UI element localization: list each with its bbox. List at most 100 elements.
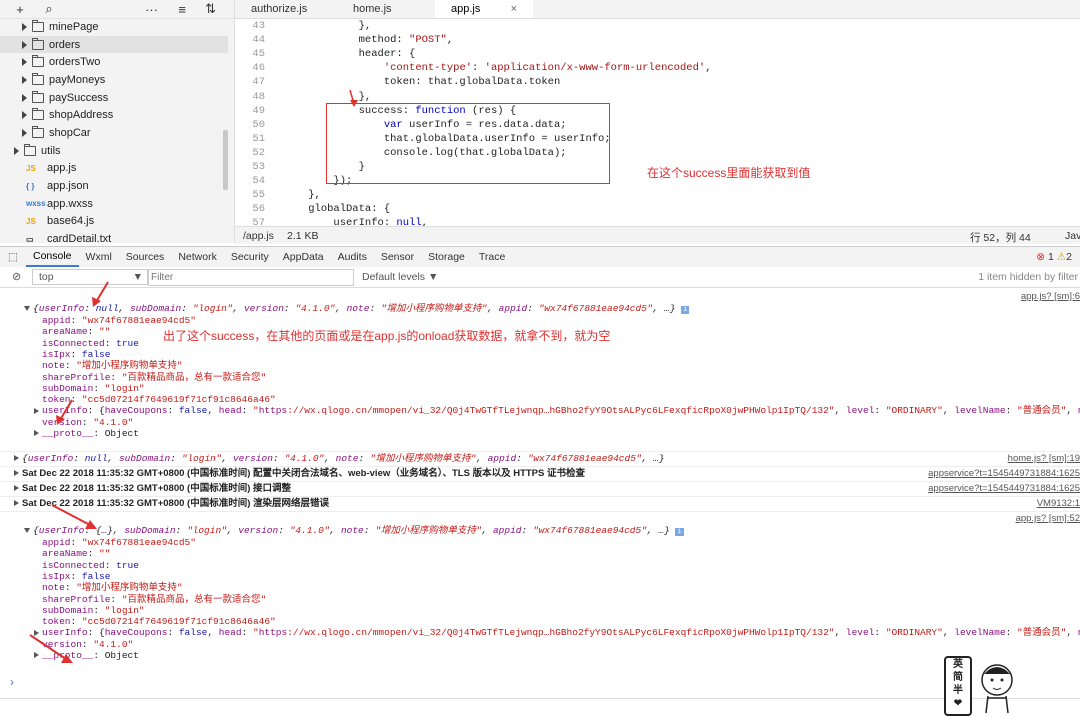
status-size: 2.1 KB	[287, 230, 319, 242]
file-tree-item[interactable]: utils	[0, 142, 228, 160]
object-property[interactable]: version: "4.1.0"	[0, 417, 1080, 429]
object-property[interactable]: __proto__: Object	[0, 650, 1080, 662]
source-link[interactable]: app.js? [sm]:6	[1021, 291, 1080, 303]
file-tree-item[interactable]: { } app.json	[0, 177, 228, 195]
caret-right-icon[interactable]	[34, 430, 39, 437]
source-link[interactable]: appservice?t=1545449731884:1625	[928, 468, 1080, 480]
tab-app-js[interactable]: app.js ×	[435, 0, 533, 18]
code-line: 'content-type': 'application/x-www-form-…	[383, 62, 712, 75]
caret-down-icon[interactable]	[24, 527, 30, 533]
console-prompt-bar[interactable]: ›	[0, 675, 1080, 717]
explorer-scrollbar[interactable]	[223, 130, 228, 190]
console-object[interactable]: {userInfo: null, subDomain: "login", ver…	[0, 453, 1080, 465]
object-property[interactable]: appid: "wx74f67881eae94cd5"	[0, 315, 1080, 327]
js-file-icon: JS	[26, 163, 36, 173]
console-object[interactable]: {userInfo: {…}, subDomain: "login", vers…	[0, 525, 1080, 537]
object-property[interactable]: areaName: ""	[0, 548, 1080, 560]
close-icon[interactable]: ×	[511, 0, 517, 18]
object-property[interactable]: appid: "wx74f67881eae94cd5"	[0, 537, 1080, 549]
file-tree-label: orders	[49, 38, 81, 51]
chevron-right-icon	[22, 58, 27, 67]
caret-right-icon[interactable]	[14, 485, 19, 492]
file-tree-label: app.wxss	[47, 197, 93, 210]
tab-home-js[interactable]: home.js	[337, 0, 435, 18]
object-property[interactable]: subDomain: "login"	[0, 383, 1080, 395]
object-property[interactable]: version: "4.1.0"	[0, 639, 1080, 651]
hidden-items-note: 1 item hidden by filter	[978, 271, 1078, 283]
tab-console[interactable]: Console	[26, 247, 79, 267]
issue-counts[interactable]: ⊗ 1 ⚠2	[1036, 247, 1072, 267]
source-link[interactable]: appservice?t=1545449731884:1625	[928, 483, 1080, 495]
tab-audits[interactable]: Audits	[331, 247, 374, 267]
file-tree-label: paySuccess	[49, 91, 109, 104]
tab-appdata[interactable]: AppData	[276, 247, 331, 267]
file-tree-item[interactable]: wxss app.wxss	[0, 195, 228, 213]
caret-right-icon[interactable]	[14, 470, 19, 477]
console-log[interactable]: Sat Dec 22 2018 11:35:32 GMT+0800 (中国标准时…	[0, 498, 1080, 510]
object-property[interactable]: userInfo: {haveCoupons: false, head: "ht…	[0, 627, 1080, 639]
status-cursor[interactable]: 行 52，列 44	[970, 230, 1031, 245]
object-property[interactable]: shareProfile: "百款精品商品，总有一款适合您"	[0, 594, 1080, 606]
add-icon[interactable]: +	[0, 2, 40, 17]
caret-right-icon[interactable]	[14, 500, 19, 507]
file-tree-item[interactable]: shopAddress	[0, 106, 228, 124]
file-tree-item[interactable]: paySuccess	[0, 89, 228, 107]
object-property[interactable]: __proto__: Object	[0, 428, 1080, 440]
row-separator	[0, 466, 1080, 467]
collapse-icon[interactable]: ⇅	[186, 1, 216, 17]
more-icon[interactable]: ···	[58, 2, 158, 17]
tab-storage[interactable]: Storage	[421, 247, 472, 267]
clear-console-icon[interactable]: ⊘	[12, 270, 21, 283]
tab-sources[interactable]: Sources	[119, 247, 172, 267]
tab-authorize-js[interactable]: authorize.js	[235, 0, 337, 18]
file-tree-item[interactable]: minePage	[0, 18, 228, 36]
console-log[interactable]: Sat Dec 22 2018 11:35:32 GMT+0800 (中国标准时…	[0, 468, 1080, 480]
search-icon[interactable]: ⌕	[40, 1, 58, 17]
source-link-row[interactable]: app.js? [sm]:52	[0, 513, 1080, 525]
object-property[interactable]: note: "增加小程序购物单支持"	[0, 360, 1080, 372]
file-tree-item[interactable]: payMoneys	[0, 71, 228, 89]
line-number: 46	[252, 62, 265, 75]
source-link-row[interactable]: app.js? [sm]:6	[0, 291, 1080, 303]
console-output: app.js? [sm]:6 {userInfo: null, subDomain…	[0, 288, 1080, 698]
line-number: 44	[252, 34, 265, 47]
object-property[interactable]: note: "增加小程序购物单支持"	[0, 582, 1080, 594]
console-log[interactable]: Sat Dec 22 2018 11:35:32 GMT+0800 (中国标准时…	[0, 483, 1080, 495]
file-tree-item[interactable]: shopCar	[0, 124, 228, 142]
tab-security[interactable]: Security	[224, 247, 276, 267]
list-icon[interactable]: ≡	[158, 2, 186, 17]
file-tree-item[interactable]: ordersTwo	[0, 53, 228, 71]
file-tree-label: app.json	[47, 180, 89, 193]
code-line: userInfo: null,	[283, 217, 428, 226]
chevron-down-icon: ▼	[132, 271, 143, 283]
inspect-icon[interactable]: ⬚	[0, 251, 26, 263]
tab-wxml[interactable]: Wxml	[79, 247, 119, 267]
console-filter-input[interactable]	[148, 269, 354, 286]
file-tree-label: payMoneys	[49, 73, 106, 86]
source-link[interactable]: VM9132:1	[1037, 498, 1080, 510]
code-line: },	[283, 20, 372, 32]
file-tree-item[interactable]: orders	[0, 35, 228, 54]
console-object[interactable]: {userInfo: null, subDomain: "login", ver…	[0, 303, 1080, 315]
caret-down-icon[interactable]	[24, 305, 30, 311]
object-property[interactable]: isConnected: true	[0, 560, 1080, 572]
object-property[interactable]: shareProfile: "百款精品商品，总有一款适合您"	[0, 372, 1080, 384]
row-separator	[0, 496, 1080, 497]
line-number: 45	[252, 48, 265, 61]
row-separator	[0, 481, 1080, 482]
tab-trace[interactable]: Trace	[472, 247, 512, 267]
source-link[interactable]: app.js? [sm]:52	[1016, 513, 1080, 525]
caret-right-icon[interactable]	[14, 455, 19, 462]
status-lang[interactable]: Jav	[1065, 230, 1080, 242]
caret-right-icon[interactable]	[34, 407, 39, 414]
object-property[interactable]: subDomain: "login"	[0, 605, 1080, 617]
log-levels-dropdown[interactable]: Default levels ▼	[362, 271, 438, 283]
tab-network[interactable]: Network	[171, 247, 224, 267]
file-tree-item[interactable]: JS app.js	[0, 160, 228, 178]
object-property[interactable]: userInfo: {haveCoupons: false, head: "ht…	[0, 405, 1080, 417]
file-tree-item[interactable]: JS base64.js	[0, 213, 228, 231]
json-file-icon: { }	[26, 181, 35, 191]
watermark-text: 英 简 半 ❤	[944, 656, 972, 716]
source-link[interactable]: home.js? [sm]:19	[1008, 453, 1080, 465]
tab-sensor[interactable]: Sensor	[374, 247, 421, 267]
